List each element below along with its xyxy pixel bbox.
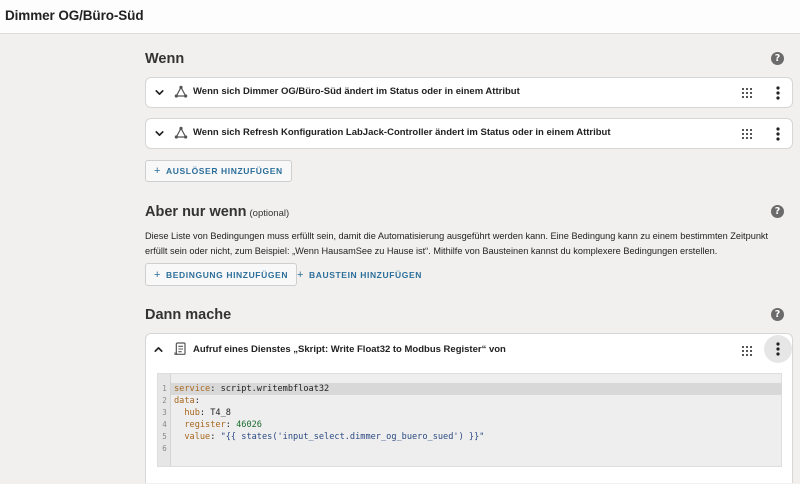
state-trigger-icon (174, 126, 188, 139)
chevron-down-icon[interactable] (153, 86, 166, 99)
actions-help-icon[interactable]: ? (771, 308, 784, 321)
code-line: 6 (162, 444, 167, 453)
conditions-section-title: Aber nur wenn (optional) (145, 204, 290, 220)
actions-section-title: Dann mache (145, 307, 232, 323)
chevron-up-icon[interactable] (152, 343, 165, 356)
triggers-section-title: Wenn (145, 51, 185, 67)
state-trigger-icon (174, 85, 188, 98)
add-trigger-button[interactable]: + AUSLÖSER HINZUFÜGEN (145, 160, 292, 182)
trigger-label: Wenn sich Refresh Konfiguration LabJack-… (193, 127, 611, 138)
action-label: Aufruf eines Dienstes „Skript: Write Flo… (193, 344, 506, 355)
more-vert-icon[interactable] (770, 85, 786, 101)
page-title: Dimmer OG/Büro-Süd (5, 8, 144, 23)
trigger-card-2[interactable]: Wenn sich Refresh Konfiguration LabJack-… (145, 118, 793, 149)
trigger-label: Wenn sich Dimmer OG/Büro-Süd ändert im S… (193, 86, 520, 97)
code-line: 4 register: 46026 (162, 420, 262, 430)
service-call-icon (174, 342, 186, 355)
drag-handle-icon[interactable] (741, 128, 753, 140)
code-line: 3 hub: T4_8 (162, 408, 231, 418)
more-vert-icon[interactable] (770, 126, 786, 142)
code-line: 1 service: script.writembfloat32 (162, 384, 330, 394)
conditions-help-icon[interactable]: ? (771, 205, 784, 218)
triggers-help-icon[interactable]: ? (771, 52, 784, 65)
plus-icon: + (297, 268, 305, 281)
action-menu-button[interactable] (764, 335, 792, 363)
add-block-button[interactable]: + BAUSTEIN HINZUFÜGEN (289, 263, 430, 286)
code-line: 2 data: (162, 396, 200, 406)
top-bar: Dimmer OG/Büro-Süd (0, 0, 800, 34)
trigger-card-1[interactable]: Wenn sich Dimmer OG/Büro-Süd ändert im S… (145, 77, 793, 108)
drag-handle-icon[interactable] (741, 87, 753, 99)
plus-icon: + (154, 165, 162, 177)
optional-hint: (optional) (249, 208, 290, 219)
drag-handle-icon[interactable] (741, 345, 753, 357)
code-lines: 1 service: script.writembfloat32 2 data: 3… (158, 383, 484, 455)
chevron-down-icon[interactable] (153, 127, 166, 140)
yaml-code-editor[interactable]: 1 service: script.writembfloat32 2 data: 3… (157, 373, 782, 467)
conditions-description: Diese Liste von Bedingungen muss erfüllt… (145, 231, 769, 256)
code-line: 5 value: "{{ states('input_select.dimmer… (162, 432, 485, 442)
plus-icon: + (154, 268, 162, 281)
more-vert-icon[interactable] (770, 341, 786, 357)
add-condition-button[interactable]: + BEDINGUNG HINZUFÜGEN (145, 263, 298, 286)
